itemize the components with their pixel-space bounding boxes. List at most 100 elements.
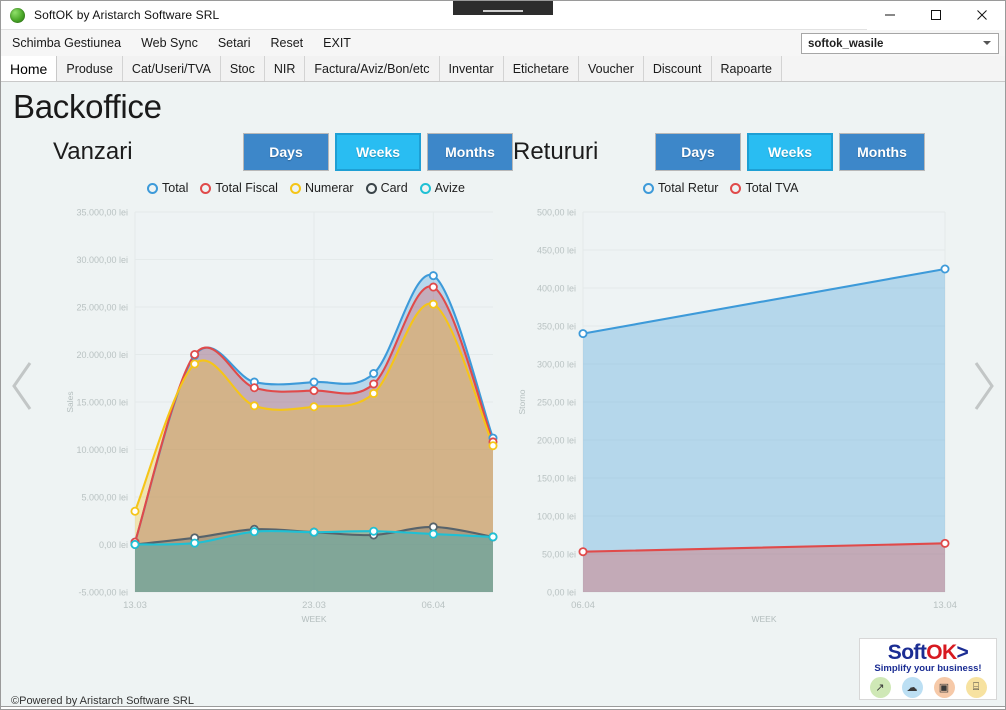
svg-text:13.04: 13.04 — [933, 600, 957, 611]
chevron-left-icon — [12, 362, 32, 410]
brand-icon-row: ↗ ☁ ▣ ⌸ — [864, 677, 992, 698]
svg-text:500,00 lei: 500,00 lei — [537, 208, 576, 218]
svg-text:0,00 lei: 0,00 lei — [547, 588, 576, 598]
window-drag-handle[interactable] — [453, 1, 553, 15]
next-page-arrow[interactable] — [963, 126, 1005, 646]
tab-home[interactable]: Home — [1, 56, 58, 81]
legend-label-total-fiscal: Total Fiscal — [215, 181, 278, 195]
tab-strip: Home Produse Cat/Useri/TVA Stoc NIR Fact… — [1, 56, 1005, 82]
window-title: SoftOK by Aristarch Software SRL — [34, 8, 220, 22]
menu-bar: Schimba Gestiunea Web Sync Setari Reset … — [1, 30, 1005, 57]
svg-text:13.03: 13.03 — [123, 600, 147, 611]
legend-item-total-retur[interactable]: Total Retur — [643, 181, 718, 195]
sales-range-days-button[interactable]: Days — [243, 133, 329, 171]
legend-dot-total-fiscal-icon — [200, 182, 212, 194]
maximize-button[interactable] — [913, 1, 959, 30]
legend-label-total: Total — [162, 181, 189, 195]
legend-item-total-fiscal[interactable]: Total Fiscal — [200, 181, 278, 195]
legend-label-total-tva: Total TVA — [745, 181, 799, 195]
status-bar — [1, 706, 1005, 709]
svg-text:06.04: 06.04 — [571, 600, 595, 611]
title-bar: SoftOK by Aristarch Software SRL — [1, 1, 1005, 30]
returns-range-buttons: Days Weeks Months — [655, 133, 925, 171]
svg-text:350,00 lei: 350,00 lei — [537, 322, 576, 332]
brand-word-soft: Soft — [887, 641, 927, 664]
menu-item-schimba-gestiunea[interactable]: Schimba Gestiunea — [3, 32, 130, 54]
legend-label-numerar: Numerar — [304, 181, 354, 195]
menu-item-reset[interactable]: Reset — [262, 32, 313, 54]
svg-text:50,00 lei: 50,00 lei — [542, 550, 576, 560]
close-button[interactable] — [959, 1, 1005, 30]
legend-item-total-tva[interactable]: Total TVA — [730, 181, 799, 195]
legend-dot-avize-icon — [419, 182, 431, 194]
svg-text:30.000,00 lei: 30.000,00 lei — [76, 255, 128, 265]
svg-text:300,00 lei: 300,00 lei — [537, 360, 576, 370]
sales-range-months-button[interactable]: Months — [427, 133, 513, 171]
returns-range-days-button[interactable]: Days — [655, 133, 741, 171]
legend-dot-total-retur-icon — [643, 182, 654, 194]
window-controls — [867, 1, 1005, 30]
tab-factura-aviz-bon-etc[interactable]: Factura/Aviz/Bon/etc — [305, 56, 440, 81]
svg-text:150,00 lei: 150,00 lei — [537, 474, 576, 484]
returns-range-months-button[interactable]: Months — [839, 133, 925, 171]
tab-etichetare[interactable]: Etichetare — [503, 56, 579, 81]
returns-panel-title: Retururi — [513, 138, 599, 165]
legend-dot-numerar-icon — [289, 182, 301, 194]
tab-nir[interactable]: NIR — [264, 56, 306, 81]
svg-text:5.000,00 lei: 5.000,00 lei — [81, 493, 128, 503]
svg-text:Sales: Sales — [65, 391, 75, 412]
svg-text:-5.000,00 lei: -5.000,00 lei — [78, 588, 128, 598]
chart-icon: ↗ — [869, 677, 891, 698]
legend-item-avize[interactable]: Avize — [419, 181, 465, 195]
returns-range-weeks-button[interactable]: Weeks — [747, 133, 833, 171]
svg-text:23.03: 23.03 — [302, 600, 326, 611]
tab-voucher[interactable]: Voucher — [578, 56, 644, 81]
returns-panel-header: Retururi Days Weeks Months — [503, 126, 963, 178]
tab-cat-useri-tva[interactable]: Cat/Useri/TVA — [122, 56, 221, 81]
menu-item-web-sync[interactable]: Web Sync — [132, 32, 207, 54]
footer: ©Powered by Aristarch Software SRL SoftO… — [1, 630, 1005, 708]
svg-text:35.000,00 lei: 35.000,00 lei — [76, 208, 128, 218]
gestiune-select[interactable]: softok_wasile — [801, 33, 999, 54]
tab-rapoarte[interactable]: Rapoarte — [711, 56, 782, 81]
svg-text:0,00 lei: 0,00 lei — [99, 540, 128, 550]
svg-text:400,00 lei: 400,00 lei — [537, 284, 576, 294]
tab-produse[interactable]: Produse — [57, 56, 123, 81]
svg-text:15.000,00 lei: 15.000,00 lei — [76, 398, 128, 408]
legend-item-numerar[interactable]: Numerar — [289, 181, 354, 195]
legend-dot-total-icon — [147, 182, 158, 194]
sales-legend: Total Total Fiscal Numerar Card Avize — [43, 178, 503, 198]
svg-text:WEEK: WEEK — [301, 614, 326, 624]
brand-word-arrow: > — [956, 641, 969, 664]
menu-item-setari[interactable]: Setari — [209, 32, 260, 54]
svg-text:20.000,00 lei: 20.000,00 lei — [76, 350, 128, 360]
minimize-button[interactable] — [867, 1, 913, 30]
tab-stoc[interactable]: Stoc — [220, 56, 265, 81]
svg-text:450,00 lei: 450,00 lei — [537, 246, 576, 256]
menu-item-exit[interactable]: EXIT — [314, 32, 360, 54]
sales-panel-title: Vanzari — [53, 138, 133, 165]
legend-item-card[interactable]: Card — [365, 181, 408, 195]
tab-discount[interactable]: Discount — [643, 56, 712, 81]
svg-text:200,00 lei: 200,00 lei — [537, 436, 576, 446]
returns-panel: Retururi Days Weeks Months Total Retur T — [503, 126, 963, 646]
prev-page-arrow[interactable] — [1, 126, 43, 646]
svg-text:Storno: Storno — [517, 389, 527, 414]
legend-dot-card-icon — [365, 182, 377, 194]
sales-range-buttons: Days Weeks Months — [243, 133, 513, 171]
sales-panel-header: Vanzari Days Weeks Months — [43, 126, 513, 178]
monitor-icon: ▣ — [933, 677, 955, 698]
dashboard-panels: Vanzari Days Weeks Months Total Total Fi — [1, 126, 1005, 646]
sales-chart[interactable]: 35.000,00 lei 30.000,00 lei 25.000,00 lei 2… — [43, 198, 503, 638]
legend-item-total[interactable]: Total — [147, 181, 188, 195]
svg-text:25.000,00 lei: 25.000,00 lei — [76, 303, 128, 313]
returns-chart[interactable]: 500,00 lei 450,00 lei 400,00 lei 350,00 lei… — [503, 198, 963, 638]
sales-range-weeks-button[interactable]: Weeks — [335, 133, 421, 171]
chevron-down-icon — [983, 41, 991, 45]
tab-inventar[interactable]: Inventar — [439, 56, 504, 81]
cloud-icon: ☁ — [901, 677, 923, 698]
app-icon — [10, 7, 25, 23]
tab-strip-filler — [781, 56, 1005, 81]
svg-text:10.000,00 lei: 10.000,00 lei — [76, 445, 128, 455]
gestiune-select-value: softok_wasile — [808, 37, 884, 50]
